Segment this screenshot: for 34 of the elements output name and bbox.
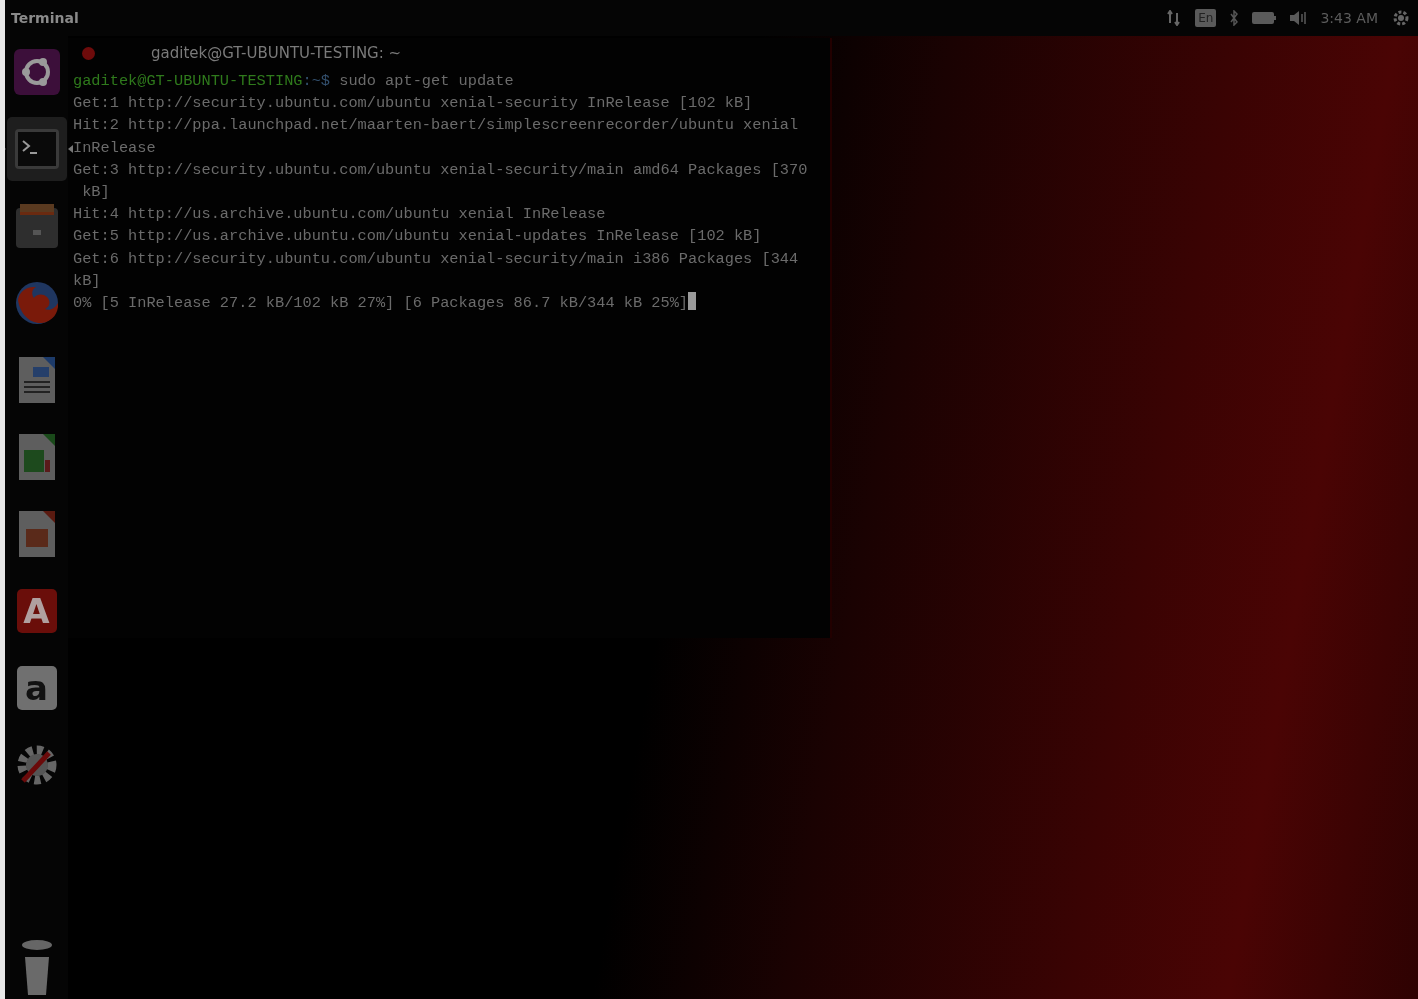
prompt-line: gaditek@GT-UBUNTU-TESTING:~$ sudo apt-get update: [73, 71, 515, 92]
output-line: Hit:2 http://ppa.launchpad.net/maarten-baert/simplescreenrecorder/ubuntu xenial: [73, 115, 800, 137]
launcher-item[interactable]: A: [6, 579, 67, 643]
progress-line: 0% [5 InRelease 27.2 kB/102 kB 27%] [6 Packages 86.7 kB/344 kB 25%]: [73, 294, 689, 313]
bluetooth-icon[interactable]: [1230, 10, 1239, 26]
window-title: gaditek@GT-UBUNTU-TESTING: ~: [151, 44, 402, 62]
battery-icon[interactable]: [1252, 12, 1277, 24]
output-line: Get:1 http://security.ubuntu.com/ubuntu xenial-security InRelease [102 kB]: [73, 93, 754, 115]
spreadsheet-icon: [18, 434, 55, 480]
clock[interactable]: 3:43 AM: [1320, 10, 1378, 26]
output-line: Get:3 http://security.ubuntu.com/ubuntu xenial-security/main amd64 Packages [370: [73, 159, 809, 181]
ubuntu-logo-icon: [13, 49, 60, 95]
software-bag-icon: A: [16, 589, 57, 633]
app-title: Terminal: [11, 10, 80, 26]
volume-icon[interactable]: [1290, 11, 1307, 25]
output-line: kB]: [73, 270, 102, 292]
document-icon: [18, 357, 55, 403]
output-line: InRelease: [73, 137, 157, 159]
fox-globe-icon: [13, 280, 60, 326]
output-line: kB]: [81, 182, 111, 203]
letter-a-icon: a: [16, 666, 57, 710]
launcher-item[interactable]: a: [6, 656, 67, 720]
network-arrows-icon[interactable]: [1167, 10, 1182, 26]
trash-icon: [19, 937, 54, 997]
presentation-icon: [18, 511, 55, 557]
file-cabinet-icon: [15, 204, 58, 248]
text-cursor: [688, 292, 697, 311]
keyboard-layout-indicator[interactable]: En: [1195, 9, 1217, 27]
output-line: Get:6 http://security.ubuntu.com/ubuntu xenial-security/main i386 Packages [344: [73, 248, 800, 270]
close-button[interactable]: [82, 46, 95, 60]
output-line: Hit:4 http://us.archive.ubuntu.com/ubuntu xenial InRelease: [73, 204, 607, 226]
terminal-icon: [14, 129, 59, 169]
output-line: Get:5 http://us.archive.ubuntu.com/ubuntu xenial-updates InRelease [102 kB]: [73, 226, 763, 248]
power-gear-icon[interactable]: [1392, 9, 1410, 27]
